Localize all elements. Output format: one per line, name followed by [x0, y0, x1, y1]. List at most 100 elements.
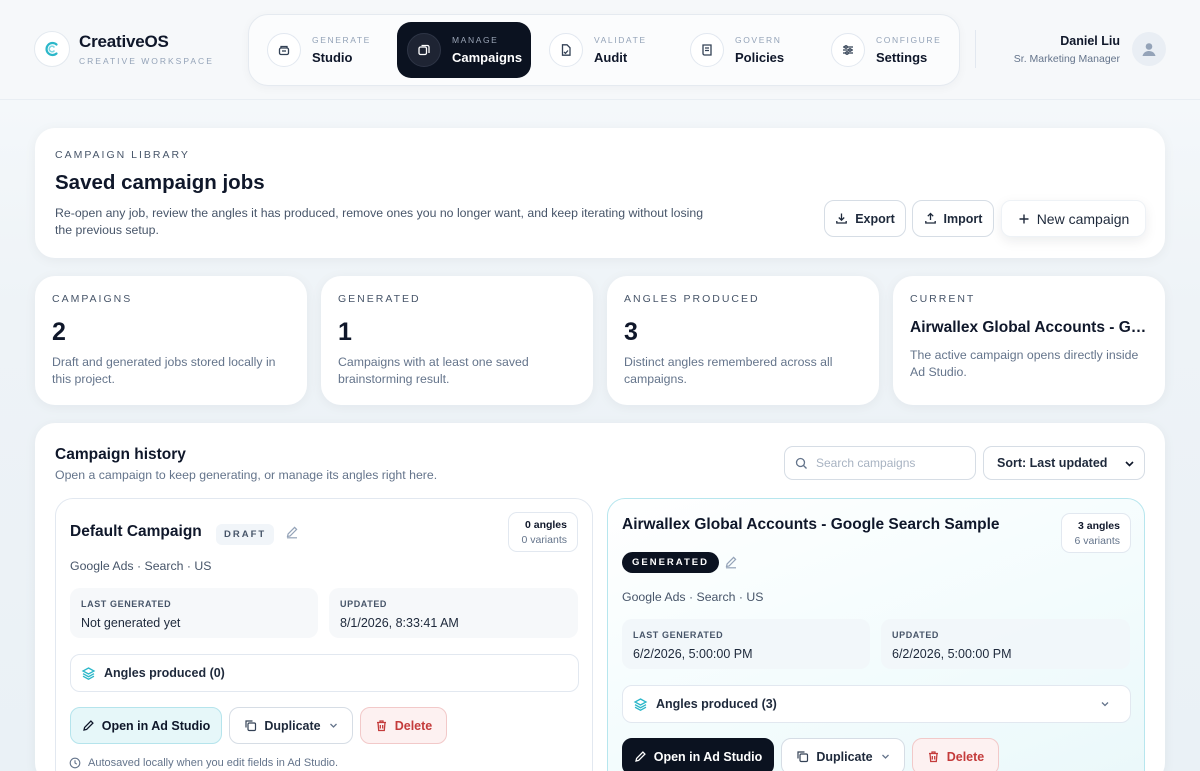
search-input[interactable]	[816, 456, 966, 470]
chevron-down-icon	[329, 723, 337, 728]
nav-kicker: GENERATE	[312, 35, 371, 45]
delete-button[interactable]: Delete	[360, 707, 447, 744]
clock-icon	[69, 757, 81, 769]
brand-name: CreativeOS	[79, 32, 169, 51]
autosave-note: Autosaved locally when you edit fields i…	[69, 757, 338, 769]
open-in-ad-studio-button[interactable]: Open in Ad Studio	[70, 707, 222, 744]
nav-kicker: VALIDATE	[594, 35, 647, 45]
campaign-title: Default Campaign	[70, 523, 202, 540]
avatar[interactable]	[1132, 32, 1166, 66]
main-nav: GENERATE Studio MANAGE Campaigns VALIDAT…	[248, 14, 960, 86]
settings-icon	[831, 33, 865, 67]
history-subtitle: Open a campaign to keep generating, or m…	[55, 468, 438, 482]
user-role: Sr. Marketing Manager	[1013, 52, 1120, 65]
stat-campaigns: CAMPAIGNS 2 Draft and generated jobs sto…	[35, 276, 307, 405]
pencil-icon	[82, 720, 94, 731]
history-title: Campaign history	[55, 446, 186, 463]
pencil-icon	[634, 751, 646, 762]
search-icon	[795, 457, 807, 469]
copy-icon	[797, 751, 809, 763]
angles-label: Angles produced (3)	[656, 697, 777, 711]
stat-label: ANGLES PRODUCED	[624, 293, 760, 305]
variants-count: 0 variants	[521, 534, 567, 546]
stat-label: CAMPAIGNS	[52, 293, 133, 305]
info-value: 6/2/2026, 5:00:00 PM	[633, 647, 753, 661]
nav-label: Audit	[594, 50, 628, 65]
download-icon	[836, 213, 848, 224]
open-label: Open in Ad Studio	[653, 749, 763, 764]
sort-select[interactable]: Sort: Last updated	[983, 446, 1145, 480]
nav-audit[interactable]: VALIDATE Audit	[539, 22, 667, 78]
angles-produced-toggle[interactable]: Angles produced (0)	[70, 654, 579, 692]
campaign-library-card: CAMPAIGN LIBRARY Saved campaign jobs Re-…	[35, 128, 1165, 258]
sort-label: Sort: Last updated	[997, 456, 1108, 470]
nav-kicker: MANAGE	[452, 35, 499, 45]
last-generated-box: LAST GENERATED Not generated yet	[70, 588, 318, 638]
nav-label: Settings	[876, 50, 928, 65]
duplicate-button[interactable]: Duplicate	[781, 738, 905, 771]
current-campaign-name[interactable]: Airwallex Global Accounts - Google Searc…	[910, 319, 1150, 337]
nav-studio[interactable]: GENERATE Studio	[257, 22, 389, 78]
user-menu[interactable]: Daniel Liu Sr. Marketing Manager	[1014, 32, 1166, 66]
audit-icon	[549, 33, 583, 67]
campaign-title: Airwallex Global Accounts - Google Searc…	[622, 516, 1000, 533]
last-generated-box: LAST GENERATED 6/2/2026, 5:00:00 PM	[622, 619, 870, 669]
brand[interactable]: CreativeOS CREATIVE WORKSPACE	[34, 31, 214, 67]
delete-button[interactable]: Delete	[912, 738, 999, 771]
duplicate-label: Duplicate	[816, 749, 873, 764]
stat-current: CURRENT Airwallex Global Accounts - Goog…	[893, 276, 1165, 405]
export-label: Export	[855, 211, 895, 226]
stat-description: The active campaign opens directly insid…	[910, 348, 1139, 379]
export-button[interactable]: Export	[824, 200, 906, 237]
info-value: 8/1/2026, 8:33:41 AM	[340, 616, 459, 630]
nav-policies[interactable]: GOVERN Policies	[680, 22, 812, 78]
stat-description: Draft and generated jobs stored locally …	[52, 355, 276, 386]
import-label: Import	[943, 211, 983, 226]
header-divider	[975, 30, 976, 68]
nav-settings[interactable]: CONFIGURE Settings	[821, 22, 953, 78]
stat-value: 3	[624, 318, 638, 346]
info-value: 6/2/2026, 5:00:00 PM	[892, 647, 1012, 661]
duplicate-label: Duplicate	[264, 718, 321, 733]
info-key: UPDATED	[892, 630, 940, 640]
edit-pencil-icon[interactable]	[724, 555, 738, 569]
info-key: UPDATED	[340, 599, 388, 609]
angles-label: Angles produced (0)	[104, 666, 225, 680]
campaign-meta: Google Ads · Search · US	[70, 559, 212, 573]
upload-icon	[924, 212, 936, 224]
stat-label: GENERATED	[338, 293, 421, 305]
info-value: Not generated yet	[81, 616, 181, 630]
policies-icon	[690, 33, 724, 67]
campaign-card-airwallex: Airwallex Global Accounts - Google Searc…	[607, 498, 1145, 771]
layers-icon	[633, 697, 648, 711]
trash-icon	[376, 720, 386, 732]
open-label: Open in Ad Studio	[101, 718, 211, 733]
user-name: Daniel Liu	[1060, 33, 1120, 48]
angles-produced-toggle[interactable]: Angles produced (3)	[622, 685, 1131, 723]
copy-icon	[245, 720, 257, 732]
nav-label: Studio	[312, 50, 353, 65]
chevron-down-icon	[1101, 702, 1109, 707]
plus-icon	[1019, 214, 1029, 223]
stat-value: 1	[338, 318, 352, 346]
info-key: LAST GENERATED	[81, 599, 172, 609]
new-campaign-button[interactable]: New campaign	[1001, 200, 1146, 237]
chevron-down-icon	[881, 754, 889, 759]
nav-kicker: GOVERN	[735, 35, 782, 45]
open-in-ad-studio-button[interactable]: Open in Ad Studio	[622, 738, 774, 771]
search-box[interactable]	[784, 446, 976, 480]
top-bar: CreativeOS CREATIVE WORKSPACE GENERATE S…	[0, 0, 1200, 100]
nav-campaigns[interactable]: MANAGE Campaigns	[397, 22, 531, 78]
angles-count: 0 angles	[524, 519, 567, 531]
angles-count-box: 0 angles 0 variants	[508, 512, 578, 552]
nav-label: Campaigns	[452, 50, 523, 65]
trash-icon	[928, 751, 938, 763]
duplicate-button[interactable]: Duplicate	[229, 707, 353, 744]
brand-subtitle: CREATIVE WORKSPACE	[79, 56, 214, 66]
studio-icon	[267, 33, 301, 67]
edit-pencil-icon[interactable]	[285, 525, 299, 539]
angles-count: 3 angles	[1077, 520, 1120, 532]
import-button[interactable]: Import	[912, 200, 994, 237]
stat-value: 2	[52, 318, 66, 346]
layers-icon	[81, 666, 96, 680]
